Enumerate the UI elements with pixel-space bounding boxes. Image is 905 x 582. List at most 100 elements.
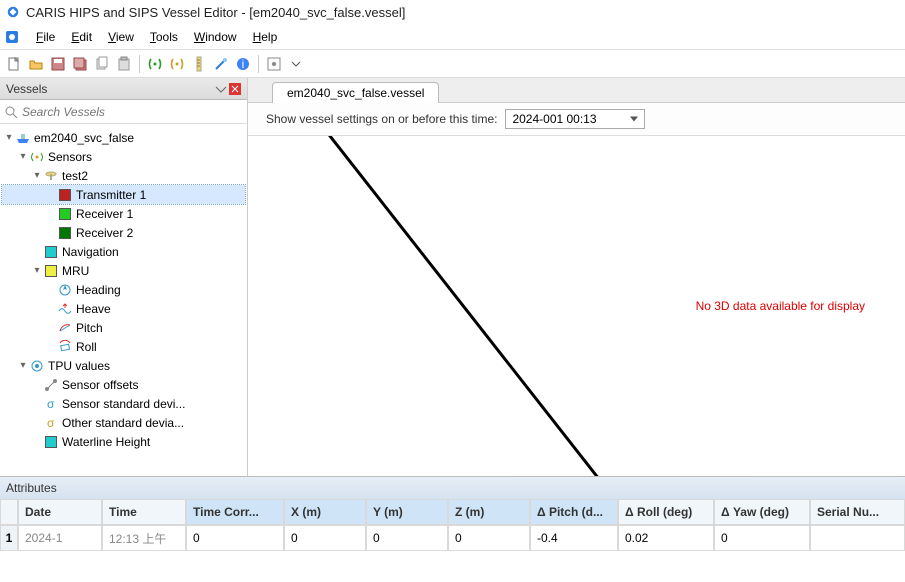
svg-text:σ: σ bbox=[47, 397, 55, 411]
menu-tools[interactable]: Tools bbox=[142, 28, 186, 46]
title-bar: CARIS HIPS and SIPS Vessel Editor - [em2… bbox=[0, 0, 905, 24]
vessel-tree[interactable]: ▾em2040_svc_false ▾Sensors ▾test2 Transm… bbox=[0, 124, 247, 476]
col-z[interactable]: Z (m) bbox=[448, 499, 530, 525]
attributes-grid: Date Time Time Corr... X (m) Y (m) Z (m)… bbox=[0, 499, 905, 551]
tree-other-std[interactable]: σOther standard devia... bbox=[2, 413, 245, 432]
tree-receiver-1[interactable]: Receiver 1 bbox=[2, 204, 245, 223]
toolbar-dropdown-icon[interactable] bbox=[286, 54, 306, 74]
tab-strip: em2040_svc_false.vessel bbox=[248, 78, 905, 102]
col-time[interactable]: Time bbox=[102, 499, 186, 525]
sigma2-icon: σ bbox=[44, 416, 58, 430]
search-icon bbox=[4, 105, 18, 119]
tab-vessel-file[interactable]: em2040_svc_false.vessel bbox=[272, 82, 439, 103]
config-icon[interactable] bbox=[264, 54, 284, 74]
new-file-icon[interactable] bbox=[4, 54, 24, 74]
tree-tpu[interactable]: ▾TPU values bbox=[2, 356, 245, 375]
time-filter-label: Show vessel settings on or before this t… bbox=[266, 112, 497, 126]
row-header-blank bbox=[0, 499, 18, 525]
tree-sensor-offsets[interactable]: Sensor offsets bbox=[2, 375, 245, 394]
antenna-icon[interactable] bbox=[145, 54, 165, 74]
vessel-search-row bbox=[0, 100, 247, 124]
col-date[interactable]: Date bbox=[18, 499, 102, 525]
cell-dyaw[interactable]: 0 bbox=[714, 525, 810, 551]
heave-icon bbox=[58, 302, 72, 316]
app-menu-icon bbox=[4, 29, 20, 45]
cell-z[interactable]: 0 bbox=[448, 525, 530, 551]
tree-navigation[interactable]: ▾Navigation bbox=[2, 242, 245, 261]
cell-serial[interactable] bbox=[810, 525, 905, 551]
save-all-icon[interactable] bbox=[70, 54, 90, 74]
vessel-search-input[interactable] bbox=[22, 105, 243, 119]
col-dpitch[interactable]: Δ Pitch (d... bbox=[530, 499, 618, 525]
tree-receiver-2[interactable]: Receiver 2 bbox=[2, 223, 245, 242]
tree-mru[interactable]: ▾MRU bbox=[2, 261, 245, 280]
no-3d-message: No 3D data available for display bbox=[696, 299, 865, 313]
copy-icon[interactable] bbox=[92, 54, 112, 74]
panel-menu-icon[interactable] bbox=[215, 83, 227, 95]
antenna2-icon[interactable] bbox=[167, 54, 187, 74]
tree-roll[interactable]: Roll bbox=[2, 337, 245, 356]
cell-dpitch[interactable]: -0.4 bbox=[530, 525, 618, 551]
vessels-panel-header: Vessels bbox=[0, 78, 247, 100]
col-dyaw[interactable]: Δ Yaw (deg) bbox=[714, 499, 810, 525]
device-icon bbox=[44, 169, 58, 183]
sensors-icon bbox=[30, 150, 44, 164]
time-filter-select[interactable]: 2024-001 00:13 bbox=[505, 109, 645, 129]
tree-pitch[interactable]: Pitch bbox=[2, 318, 245, 337]
info-icon[interactable]: i bbox=[233, 54, 253, 74]
offset-icon bbox=[44, 378, 58, 392]
tree-vessel-root[interactable]: ▾em2040_svc_false bbox=[2, 128, 245, 147]
color-swatch-red-icon bbox=[58, 188, 72, 202]
color-swatch-cyan-icon bbox=[44, 245, 58, 259]
pitch-icon bbox=[58, 321, 72, 335]
color-swatch-green-icon bbox=[58, 207, 72, 221]
open-folder-icon[interactable] bbox=[26, 54, 46, 74]
cell-time[interactable]: 12:13 上午 bbox=[102, 525, 186, 551]
window-title: CARIS HIPS and SIPS Vessel Editor - [em2… bbox=[26, 5, 405, 20]
3d-viewport[interactable]: No 3D data available for display bbox=[248, 136, 905, 476]
menu-bar: File Edit View Tools Window Help bbox=[0, 24, 905, 50]
svg-text:i: i bbox=[242, 57, 245, 71]
tree-heading[interactable]: Heading bbox=[2, 280, 245, 299]
cell-y[interactable]: 0 bbox=[366, 525, 448, 551]
cell-x[interactable]: 0 bbox=[284, 525, 366, 551]
sigma-icon: σ bbox=[44, 397, 58, 411]
tree-sensors[interactable]: ▾Sensors bbox=[2, 147, 245, 166]
time-filter-row: Show vessel settings on or before this t… bbox=[248, 102, 905, 136]
col-droll[interactable]: Δ Roll (deg) bbox=[618, 499, 714, 525]
menu-file[interactable]: File bbox=[28, 28, 63, 46]
cell-timecorr[interactable]: 0 bbox=[186, 525, 284, 551]
color-swatch-yellow-icon bbox=[44, 264, 58, 278]
ruler-icon[interactable] bbox=[189, 54, 209, 74]
roll-icon bbox=[58, 340, 72, 354]
tree-waterline[interactable]: ▾Waterline Height bbox=[2, 432, 245, 451]
cell-droll[interactable]: 0.02 bbox=[618, 525, 714, 551]
wand-icon[interactable] bbox=[211, 54, 231, 74]
vessels-panel: Vessels ▾em2040_svc_false ▾Sensors ▾test… bbox=[0, 78, 248, 476]
panel-close-icon[interactable] bbox=[229, 83, 241, 95]
menu-window[interactable]: Window bbox=[186, 28, 245, 46]
col-y[interactable]: Y (m) bbox=[366, 499, 448, 525]
tree-device-test2[interactable]: ▾test2 bbox=[2, 166, 245, 185]
col-timecorr[interactable]: Time Corr... bbox=[186, 499, 284, 525]
color-swatch-darkgreen-icon bbox=[58, 226, 72, 240]
cell-date[interactable]: 2024-1 bbox=[18, 525, 102, 551]
toolbar: i bbox=[0, 50, 905, 78]
col-x[interactable]: X (m) bbox=[284, 499, 366, 525]
paste-icon[interactable] bbox=[114, 54, 134, 74]
tree-heave[interactable]: Heave bbox=[2, 299, 245, 318]
heading-icon bbox=[58, 283, 72, 297]
tpu-icon bbox=[30, 359, 44, 373]
app-logo-icon bbox=[6, 5, 20, 19]
menu-help[interactable]: Help bbox=[245, 28, 286, 46]
row-index[interactable]: 1 bbox=[0, 525, 18, 551]
tree-transmitter-1[interactable]: Transmitter 1 bbox=[2, 185, 245, 204]
svg-text:σ: σ bbox=[47, 416, 55, 430]
vessel-icon bbox=[16, 131, 30, 145]
save-icon[interactable] bbox=[48, 54, 68, 74]
attributes-header: Attributes bbox=[0, 477, 905, 499]
menu-view[interactable]: View bbox=[100, 28, 142, 46]
col-serial[interactable]: Serial Nu... bbox=[810, 499, 905, 525]
tree-sensor-std[interactable]: σSensor standard devi... bbox=[2, 394, 245, 413]
menu-edit[interactable]: Edit bbox=[63, 28, 100, 46]
